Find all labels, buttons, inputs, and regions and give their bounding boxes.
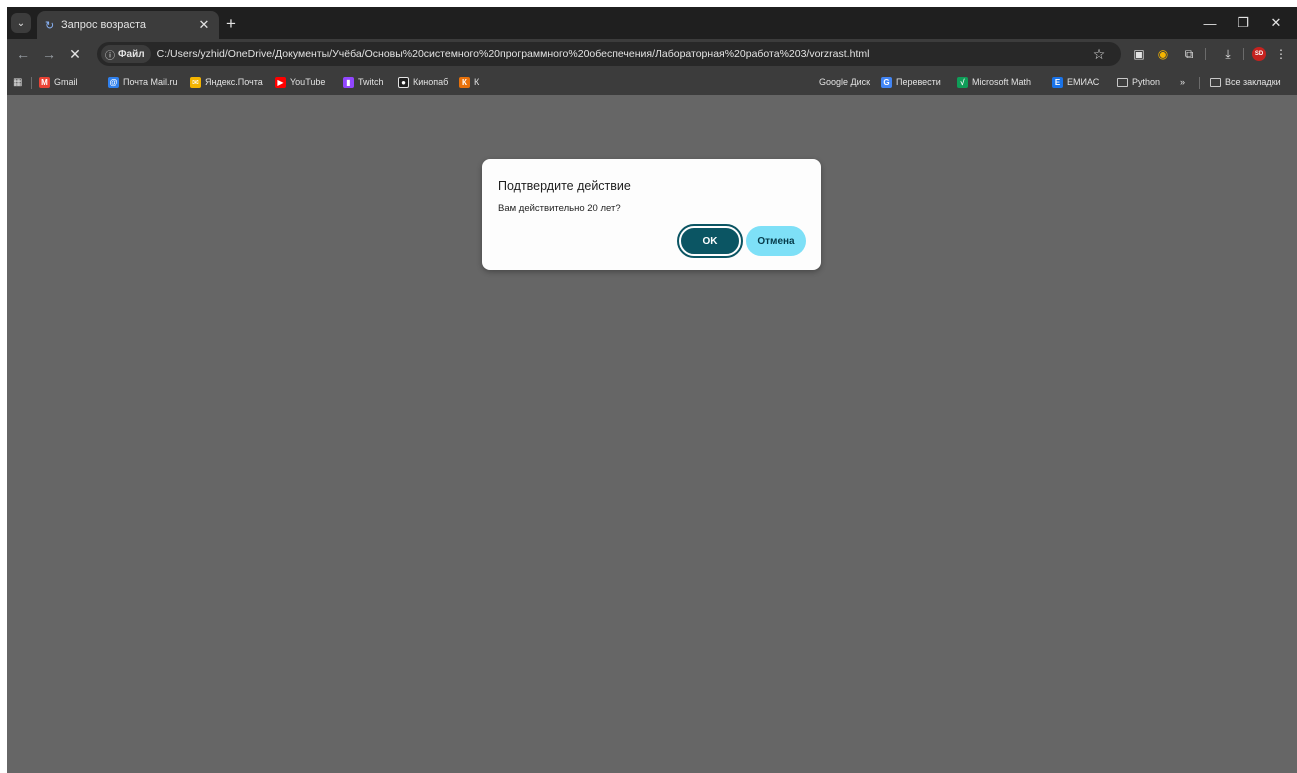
bookmarks-overflow-button[interactable]: » [1180,74,1185,90]
sidebar-panel-icon[interactable]: ▣ [1129,44,1149,64]
kinopub-icon: ● [398,76,409,88]
twitch-icon: ▮ [343,76,354,88]
loading-spinner-icon: ↻ [45,19,55,32]
close-window-icon[interactable]: ✕ [1261,12,1291,34]
bookmark-folder-python[interactable]: Python [1117,74,1160,90]
url-text[interactable]: C:/Users/yzhid/OneDrive/Документы/Учёба/… [157,48,870,60]
info-circle-icon: ⓘ [105,50,115,62]
bookmark-star-icon[interactable]: ☆ [1089,44,1109,64]
dialog-title: Подтвердите действие [498,179,631,193]
active-tab[interactable]: ↻ Запрос возраста ✕ [37,11,219,39]
tab-strip: ⌄ ↻ Запрос возраста ✕ + — ❐ ✕ [7,7,1297,39]
page-content: Подтвердите действие Вам действительно 2… [7,95,1297,773]
tab-search-chevron-icon[interactable]: ⌄ [11,13,31,33]
new-tab-plus-icon[interactable]: + [221,14,241,34]
bookmark-translate[interactable]: G Перевести [881,74,941,90]
k-bookmark-icon: К [459,76,470,88]
tab-title: Запрос возраста [61,19,147,31]
profile-avatar[interactable]: SD [1252,47,1266,61]
forward-arrow-icon[interactable]: → [39,44,59,64]
download-icon[interactable]: ⤓ [1218,44,1238,64]
stop-loading-icon[interactable]: ✕ [65,44,85,64]
folder-icon [1117,77,1128,87]
bookmark-emias[interactable]: E ЕМИАС [1052,74,1099,90]
bookmark-microsoft-math[interactable]: √ Microsoft Math [957,74,1031,90]
bookmark-youtube[interactable]: ▶ YouTube [275,74,325,90]
gmail-icon: M [39,76,50,88]
cancel-button[interactable]: Отмена [746,226,806,256]
bookmark-gmail[interactable]: M Gmail [39,74,78,90]
microsoft-math-icon: √ [957,76,968,88]
bookmark-mailru[interactable]: @ Почта Mail.ru [108,74,178,90]
extensions-puzzle-icon[interactable]: ⧉ [1179,44,1199,64]
bookmark-separator [31,77,32,89]
site-info-chip[interactable]: ⓘ Файл [101,45,151,63]
address-bar[interactable]: ⓘ Файл C:/Users/yzhid/OneDrive/Документы… [97,42,1121,66]
mailru-icon: @ [108,76,119,88]
bookmark-twitch[interactable]: ▮ Twitch [343,74,384,90]
toolbar-separator [1243,48,1244,60]
minimize-icon[interactable]: — [1195,12,1225,34]
restore-icon[interactable]: ❐ [1228,12,1258,34]
bookmark-folder-all[interactable]: Все закладки [1210,74,1281,90]
toolbar: ← → ✕ ⓘ Файл C:/Users/yzhid/OneDrive/Док… [7,39,1297,69]
translate-icon: G [881,76,892,88]
emias-icon: E [1052,76,1063,88]
yandex-mail-icon: ✉ [190,76,201,88]
toolbar-separator [1205,48,1206,60]
dialog-message: Вам действительно 20 лет? [498,203,621,214]
ok-button[interactable]: OK [677,224,743,258]
tab-close-icon[interactable]: ✕ [197,17,211,33]
site-chip-label: Файл [118,48,145,60]
folder-icon [1210,77,1221,87]
bookmark-k[interactable]: К К [459,74,479,90]
bookmarks-bar: ▦ M Gmail @ Почта Mail.ru ✉ Яндекс.Почта… [7,69,1297,95]
confirm-dialog: Подтвердите действие Вам действительно 2… [482,159,821,270]
back-arrow-icon[interactable]: ← [13,44,33,64]
browser-window: ⌄ ↻ Запрос возраста ✕ + — ❐ ✕ ← → ✕ ⓘ Фа… [7,7,1297,773]
extension-icon[interactable]: ◉ [1153,44,1173,64]
bookmark-kinopub[interactable]: ● Кинопаб [398,74,448,90]
menu-kebab-icon[interactable]: ⋮ [1271,44,1291,64]
bookmark-google-drive[interactable]: Google Диск [819,74,870,90]
apps-grid-icon[interactable]: ▦ [13,74,22,90]
bookmark-separator [1199,77,1200,89]
youtube-icon: ▶ [275,76,286,88]
bookmark-yandex-mail[interactable]: ✉ Яндекс.Почта [190,74,263,90]
